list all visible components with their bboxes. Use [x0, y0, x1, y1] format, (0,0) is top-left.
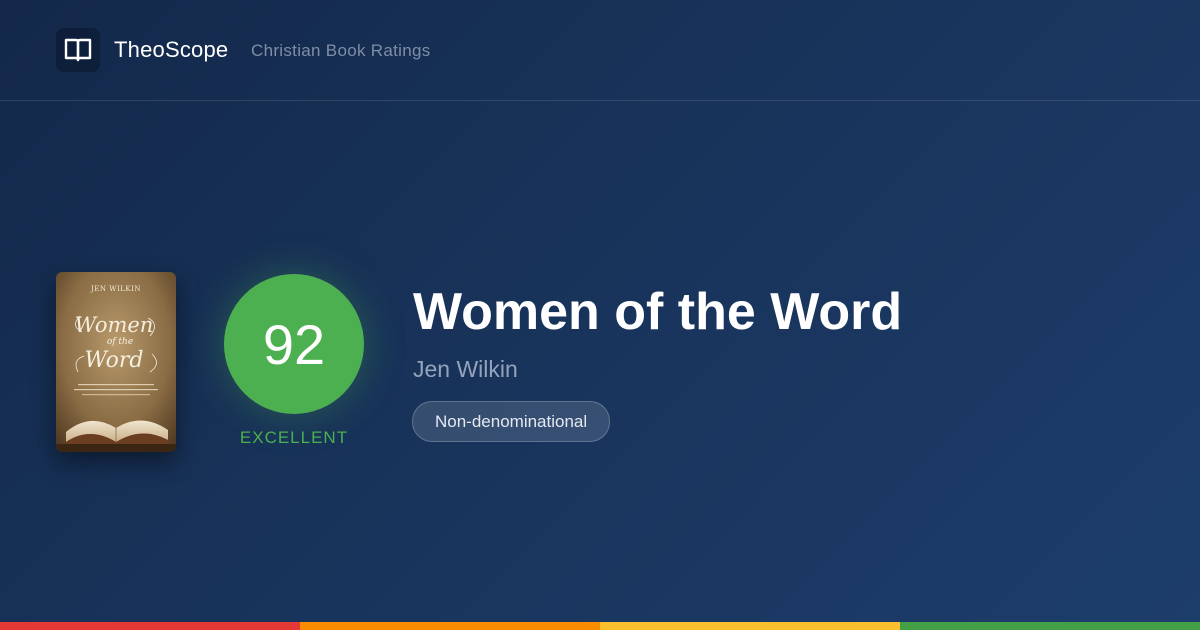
denomination-tag[interactable]: Non-denominational	[412, 401, 611, 442]
brand-name[interactable]: TheoScope	[114, 37, 228, 63]
cover-title-line2: of the	[107, 337, 133, 347]
brand-subtitle: Christian Book Ratings	[251, 41, 431, 60]
rating-scale-bar	[0, 622, 1200, 630]
cover-title-line3: Word	[85, 348, 144, 373]
score-label: EXCELLENT	[239, 428, 349, 447]
site-header: TheoScope Christian Book Ratings	[0, 0, 1200, 101]
book-cover[interactable]: JEN WILKIN Women of the Word	[56, 272, 176, 452]
logo[interactable]	[56, 28, 100, 72]
book-author[interactable]: Jen Wilkin	[413, 356, 518, 383]
rating-bar-orange	[300, 622, 600, 630]
cover-title-line1: Women	[75, 313, 154, 337]
rating-bar-green	[900, 622, 1200, 630]
open-book-icon	[64, 38, 92, 62]
rating-bar-yellow	[600, 622, 900, 630]
score-value: 92	[262, 312, 326, 376]
cover-author-text: JEN WILKIN	[90, 285, 141, 293]
rating-bar-red	[0, 622, 300, 630]
score-circle: 92	[224, 274, 364, 414]
book-cover-image: JEN WILKIN Women of the Word	[56, 272, 176, 452]
book-title: Women of the Word	[413, 283, 903, 341]
